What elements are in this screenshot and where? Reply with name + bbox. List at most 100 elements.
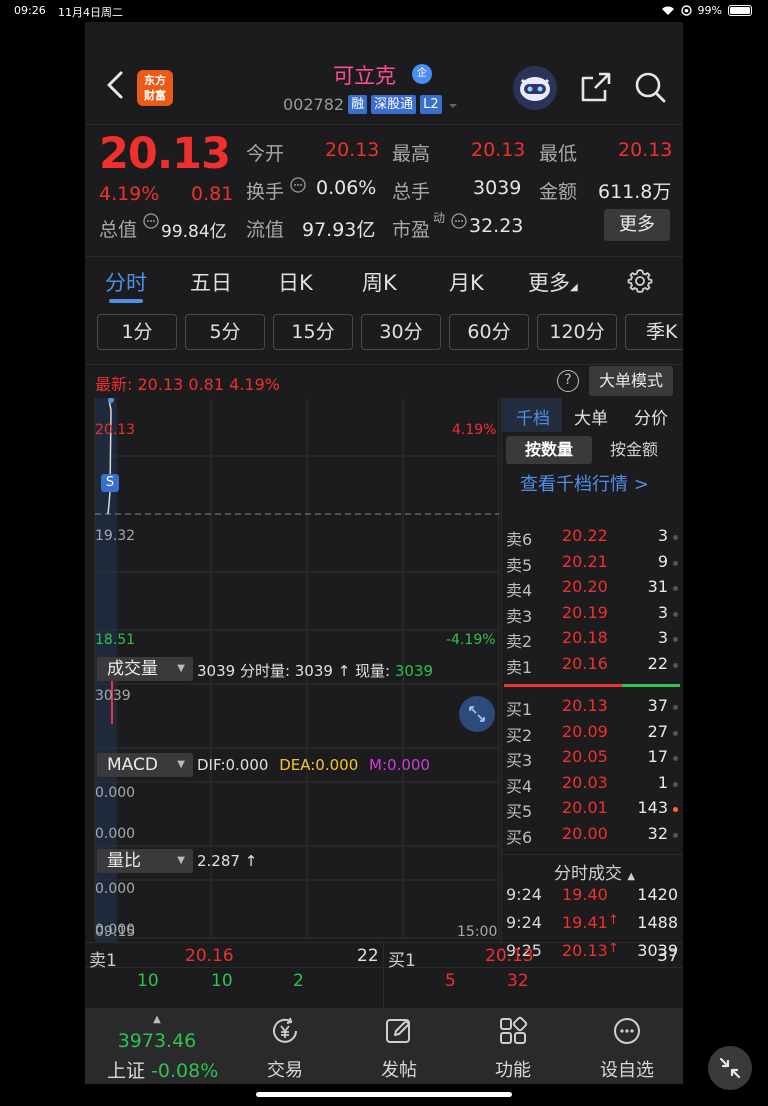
ask-volume: 3 bbox=[657, 526, 668, 545]
time-axis-start: 09:15 bbox=[95, 924, 136, 940]
latest-label: 最新: bbox=[95, 375, 133, 394]
tab-daily-k[interactable]: 日K bbox=[278, 267, 313, 297]
level1-summary: 卖1 20.16 22 买1 20.13 37 10 10 2 5 32 bbox=[85, 942, 683, 1009]
amount-value: 611.8万 bbox=[598, 181, 672, 203]
ask-row[interactable]: 卖2 20.18 3 bbox=[502, 628, 683, 652]
tab-more[interactable]: 更多◢ bbox=[528, 267, 578, 297]
mktcap-value: 99.84亿 bbox=[161, 222, 227, 242]
ratio-panel-header: 量比 ▼ 2.287 ↑ bbox=[85, 849, 501, 875]
enterprise-badge: 企 bbox=[412, 64, 432, 84]
change-percent: 4.19% bbox=[99, 183, 160, 205]
stock-code: 002782 bbox=[283, 95, 345, 114]
bid-row[interactable]: 买3 20.05 17 bbox=[502, 747, 683, 771]
ask-volume: 3 bbox=[657, 628, 668, 647]
ask-row[interactable]: 卖5 20.21 9 bbox=[502, 552, 683, 576]
back-arrow-icon[interactable] bbox=[105, 70, 125, 100]
expand-icon[interactable] bbox=[459, 696, 495, 732]
logo-text-bottom: 财富 bbox=[144, 89, 166, 102]
help-icon[interactable]: ? bbox=[557, 370, 579, 392]
bid-row[interactable]: 买1 20.13 37 bbox=[502, 696, 683, 720]
status-dot bbox=[673, 586, 678, 591]
bid-volume: 1 bbox=[657, 772, 668, 792]
ask-row[interactable]: 卖4 20.20 31 bbox=[502, 577, 683, 601]
info-icon[interactable] bbox=[143, 213, 159, 229]
tab-five-day[interactable]: 五日 bbox=[190, 267, 232, 297]
sell1-volume: 22 bbox=[357, 946, 379, 966]
volume-indicator-dropdown[interactable]: 成交量 ▼ bbox=[97, 657, 193, 681]
bid-row[interactable]: 买6 20.00 32 bbox=[502, 824, 683, 848]
tab-weekly-k[interactable]: 周K bbox=[362, 267, 397, 297]
trade-row: 9:24 19.40 1420 bbox=[502, 885, 683, 909]
latest-pct: 4.19% bbox=[229, 375, 280, 394]
period-30min[interactable]: 30分 bbox=[361, 314, 441, 350]
volume-label: 总手 bbox=[392, 181, 431, 203]
intraday-chart[interactable]: 20.13 4.19% 19.32 18.51 -4.19% S 成交量 ▼ 30… bbox=[85, 398, 501, 942]
subtab-by-amount[interactable]: 按金额 bbox=[610, 436, 658, 464]
big-order-mode-button[interactable]: 大单模式 bbox=[589, 366, 673, 396]
ask-level: 卖4 bbox=[506, 581, 533, 600]
status-dot bbox=[673, 662, 678, 668]
subtab-by-quantity[interactable]: 按数量 bbox=[506, 436, 592, 464]
share-icon[interactable] bbox=[579, 70, 613, 104]
tab-monthly-k[interactable]: 月K bbox=[449, 267, 484, 297]
bid-row[interactable]: 买4 20.03 1 bbox=[502, 773, 683, 797]
collapse-window-icon[interactable] bbox=[708, 1046, 752, 1090]
nav-trade[interactable]: 交易 bbox=[235, 1014, 335, 1082]
status-dot bbox=[673, 611, 678, 617]
status-dot bbox=[673, 560, 678, 566]
side-tab-price-dist[interactable]: 分价 bbox=[634, 404, 668, 429]
ask-row[interactable]: 卖3 20.19 3 bbox=[502, 603, 683, 627]
bottom-nav: ▲ 3973.46 上证 -0.08% 交易 发帖 功能 设自选 bbox=[85, 1008, 683, 1084]
trade-signal-marker[interactable]: S bbox=[101, 474, 119, 492]
period-15min[interactable]: 15分 bbox=[273, 314, 353, 350]
info-icon[interactable] bbox=[290, 177, 306, 193]
ask-volume: 3 bbox=[657, 602, 668, 622]
index-pct: -0.08% bbox=[151, 1060, 219, 1082]
home-indicator[interactable] bbox=[256, 1092, 512, 1097]
eastmoney-logo[interactable]: 东方 财富 bbox=[137, 70, 173, 106]
tag-level2: L2 bbox=[420, 95, 442, 114]
stock-sub-info[interactable]: 002782 融 深股通 L2 bbox=[283, 95, 460, 114]
tick-trades-title[interactable]: 分时成交 ▲ bbox=[554, 859, 635, 884]
nav-post[interactable]: 发帖 bbox=[349, 1014, 449, 1082]
side-tab-big-order[interactable]: 大单 bbox=[574, 404, 608, 429]
tab-intraday[interactable]: 分时 bbox=[105, 267, 147, 297]
status-right: 99% bbox=[661, 4, 752, 17]
index-value: 3973.46 bbox=[117, 1030, 197, 1052]
nav-add-watchlist-label: 设自选 bbox=[600, 1060, 654, 1081]
period-60min[interactable]: 60分 bbox=[449, 314, 529, 350]
side-tab-thousand[interactable]: 千档 bbox=[516, 404, 550, 429]
ask-row[interactable]: 卖6 20.22 3 bbox=[502, 526, 683, 550]
period-5min[interactable]: 5分 bbox=[185, 314, 265, 350]
nav-functions-label: 功能 bbox=[495, 1060, 531, 1081]
view-thousand-depth-link[interactable]: 查看千档行情 > bbox=[520, 470, 649, 496]
info-icon[interactable] bbox=[451, 213, 467, 229]
ask-volume: 22 bbox=[647, 653, 668, 673]
bid-level: 买1 bbox=[506, 700, 533, 719]
nav-functions[interactable]: 功能 bbox=[463, 1014, 563, 1082]
bid-row[interactable]: 买5 20.01 143 bbox=[502, 798, 683, 822]
period-120min[interactable]: 120分 bbox=[537, 314, 617, 350]
search-icon[interactable] bbox=[633, 70, 667, 104]
trade-row: 9:24 19.41 ↑ 1488 bbox=[502, 913, 683, 937]
lock-rotation-icon bbox=[680, 5, 692, 16]
period-1min[interactable]: 1分 bbox=[97, 314, 177, 350]
pct-axis-bottom: -4.19% bbox=[446, 632, 496, 648]
status-time: 09:26 bbox=[14, 4, 46, 17]
robot-assistant-icon[interactable] bbox=[513, 66, 557, 110]
ratio-indicator-dropdown[interactable]: 量比 ▼ bbox=[97, 849, 193, 873]
bid-row[interactable]: 买2 20.09 27 bbox=[502, 722, 683, 746]
more-dots-icon bbox=[614, 1018, 640, 1044]
more-button[interactable]: 更多 bbox=[604, 209, 670, 241]
nav-add-watchlist[interactable]: 设自选 bbox=[577, 1014, 677, 1082]
ask-row[interactable]: 卖1 20.16 22 bbox=[502, 654, 683, 678]
trade-time: 9:24 bbox=[506, 885, 542, 904]
ask-level: 卖5 bbox=[506, 555, 533, 575]
period-quarter-k[interactable]: 季K bbox=[625, 314, 683, 350]
gear-icon[interactable] bbox=[626, 267, 654, 295]
index-ticker[interactable]: ▲ 3973.46 上证 -0.08% bbox=[107, 1014, 218, 1083]
price-axis-bottom: 18.51 bbox=[95, 632, 136, 648]
ask-price: 20.16 bbox=[562, 653, 608, 673]
macd-indicator-dropdown[interactable]: MACD ▼ bbox=[97, 753, 193, 777]
trade-yen-icon bbox=[273, 1017, 297, 1043]
